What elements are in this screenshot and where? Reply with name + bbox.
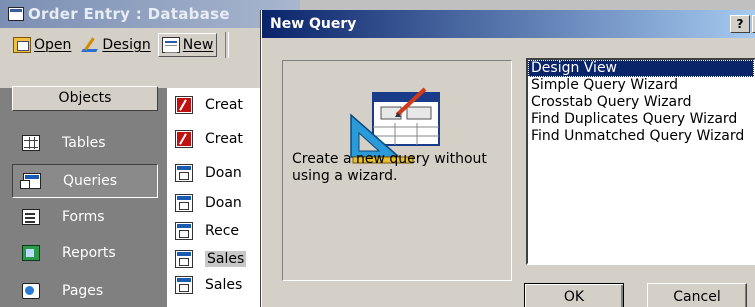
preview-description: Create a new query without using a wizar…	[292, 151, 487, 184]
option-find-duplicates-query-wizard[interactable]: Find Duplicates Query Wizard	[528, 111, 754, 128]
objects-item-label: Reports	[62, 245, 116, 261]
list-item-label: Doan	[205, 195, 242, 211]
design-button[interactable]: Design	[78, 33, 153, 57]
query-icon	[175, 194, 193, 212]
objects-item-tables[interactable]: Tables	[12, 126, 158, 160]
preview-panel: Create a new query without using a wizar…	[282, 60, 512, 281]
list-item-label: Creat	[205, 131, 243, 147]
list-item-label: Doan	[205, 165, 242, 181]
cancel-button[interactable]: Cancel	[647, 283, 747, 307]
option-design-view[interactable]: Design View	[528, 60, 754, 77]
objects-item-label: Forms	[62, 209, 105, 225]
design-label: Design	[102, 37, 151, 53]
design-icon	[81, 37, 99, 53]
pages-icon	[22, 283, 40, 299]
objects-item-reports[interactable]: Reports	[12, 236, 158, 270]
option-crosstab-query-wizard[interactable]: Crosstab Query Wizard	[528, 94, 754, 111]
objects-header[interactable]: Objects	[12, 86, 158, 111]
objects-item-queries[interactable]: Queries	[12, 164, 158, 198]
objects-bar: Objects Tables Queries Forms Reports Pag…	[0, 86, 168, 307]
database-title: Order Entry : Database	[28, 5, 230, 23]
option-find-unmatched-query-wizard[interactable]: Find Unmatched Query Wizard	[528, 128, 754, 145]
ok-button[interactable]: OK	[524, 283, 624, 307]
help-button[interactable]: ?	[730, 15, 750, 33]
new-label: New	[182, 37, 214, 53]
toolbar-separator	[225, 32, 230, 58]
reports-icon	[22, 245, 40, 261]
tables-icon	[22, 135, 40, 151]
list-item[interactable]: Doan	[175, 190, 242, 216]
option-simple-query-wizard[interactable]: Simple Query Wizard	[528, 77, 754, 94]
database-toolbar: Open Design New	[0, 28, 300, 62]
list-item[interactable]: Creat	[175, 92, 243, 118]
objects-item-forms[interactable]: Forms	[12, 200, 158, 234]
query-type-listbox[interactable]: Design View Simple Query Wizard Crosstab…	[526, 58, 755, 265]
new-query-dialog: New Query ? × Create a new query without…	[261, 10, 755, 307]
objects-item-label: Pages	[62, 283, 104, 299]
list-item[interactable]: Sales	[175, 272, 242, 298]
objects-item-pages[interactable]: Pages	[12, 274, 158, 307]
objects-item-label: Queries	[63, 173, 118, 189]
list-item-label: Rece	[205, 223, 240, 239]
list-item[interactable]: Rece	[175, 218, 239, 244]
list-item-label: Creat	[205, 97, 243, 113]
create-shortcut-icon	[175, 96, 193, 114]
query-icon	[175, 276, 193, 294]
objects-item-label: Tables	[62, 135, 106, 151]
list-item-label: Sales	[205, 251, 247, 267]
dialog-title: New Query	[270, 16, 357, 32]
create-shortcut-icon	[175, 130, 193, 148]
query-icon	[175, 164, 193, 182]
open-icon	[13, 37, 31, 53]
list-item[interactable]: Sales	[175, 246, 247, 272]
database-titlebar[interactable]: Order Entry : Database	[0, 0, 300, 28]
new-button[interactable]: New	[157, 33, 218, 57]
new-icon	[161, 37, 180, 53]
database-window-icon	[8, 7, 24, 21]
list-item-label: Sales	[205, 277, 243, 293]
list-item[interactable]: Doan	[175, 160, 242, 186]
query-icon	[175, 250, 193, 268]
open-label: Open	[34, 37, 72, 53]
query-icon	[175, 222, 193, 240]
forms-icon	[22, 209, 40, 225]
queries-icon	[20, 173, 41, 189]
database-window: Order Entry : Database Open Design New O…	[0, 0, 300, 307]
dialog-titlebar[interactable]: New Query ? ×	[262, 10, 755, 38]
open-button[interactable]: Open	[10, 33, 74, 57]
list-item[interactable]: Creat	[175, 126, 243, 152]
